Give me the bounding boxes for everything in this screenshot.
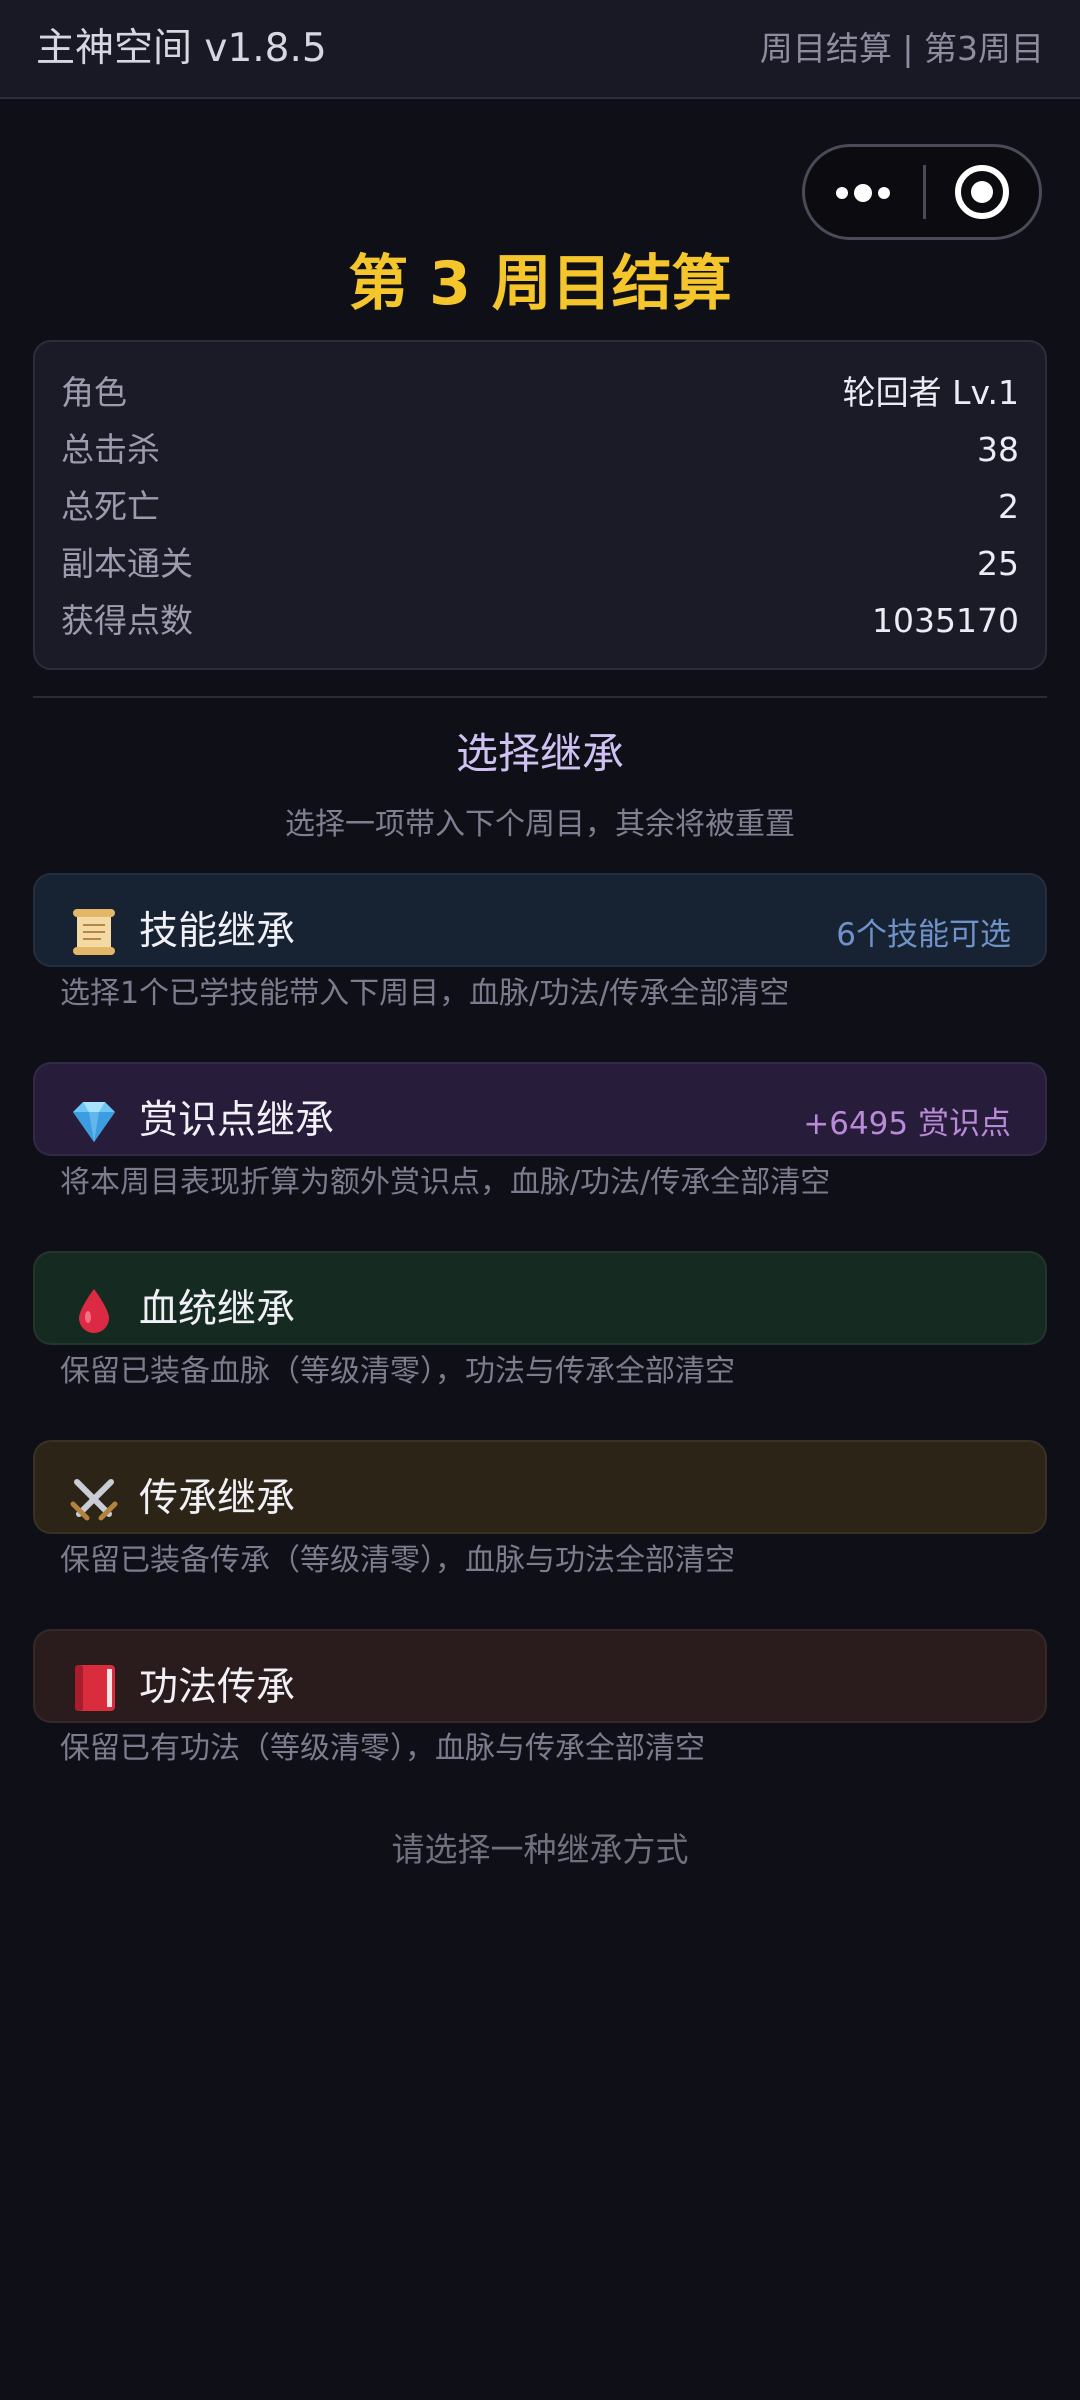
option-tag: +6495 赏识点: [803, 1106, 1011, 1142]
stat-row-clears: 副本通关 25: [61, 539, 1019, 589]
mini-program-capsule: [802, 144, 1042, 240]
red-book-icon: [75, 1665, 115, 1711]
option-card-appreciation[interactable]: 赏识点继承 +6495 赏识点: [33, 1062, 1047, 1156]
selection-prompt: 请选择一种继承方式: [391, 1830, 689, 1869]
option-description: 将本周目表现折算为额外赏识点，血脉/功法/传承全部清空: [60, 1165, 831, 1200]
section-title: 选择继承: [455, 729, 624, 778]
stat-label: 总击杀: [61, 430, 160, 469]
stat-label: 角色: [61, 373, 127, 412]
option-tag: 6个技能可选: [836, 917, 1011, 953]
option-name: 赏识点继承: [139, 1098, 335, 1143]
stat-value: 25: [977, 544, 1019, 583]
diamond-icon: [73, 1102, 115, 1142]
capsule-divider: [923, 165, 926, 219]
stat-label: 获得点数: [61, 601, 193, 640]
blood-drop-icon: [79, 1289, 109, 1333]
option-card-skill[interactable]: 技能继承 6个技能可选: [33, 873, 1047, 967]
stat-row-role: 角色 轮回者 Lv.1: [61, 368, 1019, 418]
stat-row-points: 获得点数 1035170: [61, 596, 1019, 646]
stat-label: 副本通关: [61, 544, 193, 583]
option-card-bloodline[interactable]: 血统继承: [33, 1251, 1047, 1345]
option-card-heritage[interactable]: 传承继承: [33, 1440, 1047, 1534]
page-subtitle: 周目结算 | 第3周目: [759, 29, 1044, 68]
stat-row-deaths: 总死亡 2: [61, 482, 1019, 532]
more-dots-icon[interactable]: [805, 147, 923, 237]
option-description: 保留已装备传承（等级清零），血脉与功法全部清空: [60, 1543, 735, 1578]
stat-label: 总死亡: [61, 487, 160, 526]
option-name: 传承继承: [139, 1476, 296, 1521]
stat-value: 2: [998, 487, 1019, 526]
option-description: 选择1个已学技能带入下周目，血脉/功法/传承全部清空: [60, 976, 790, 1011]
scroll-icon: [73, 909, 115, 955]
stat-value: 轮回者 Lv.1: [842, 373, 1019, 412]
crossed-swords-icon: [70, 1479, 118, 1521]
target-close-icon[interactable]: [955, 165, 1009, 219]
option-name: 血统继承: [139, 1287, 296, 1332]
option-card-technique[interactable]: 功法传承: [33, 1629, 1047, 1723]
stats-card: 角色 轮回者 Lv.1 总击杀 38 总死亡 2 副本通关 25 获得点数 10…: [33, 340, 1047, 670]
round-title: 第 3 周目结算: [348, 249, 732, 319]
stat-value: 38: [977, 430, 1019, 469]
option-description: 保留已有功法（等级清零），血脉与传承全部清空: [60, 1731, 705, 1766]
section-divider: [33, 696, 1047, 698]
option-name: 技能继承: [139, 909, 296, 954]
option-name: 功法传承: [139, 1665, 296, 1710]
stat-row-kills: 总击杀 38: [61, 425, 1019, 475]
stat-value: 1035170: [872, 601, 1019, 640]
app-title: 主神空间 v1.8.5: [36, 26, 327, 71]
section-subtitle: 选择一项带入下个周目，其余将被重置: [285, 807, 795, 842]
top-bar: 主神空间 v1.8.5 周目结算 | 第3周目: [0, 0, 1080, 99]
option-description: 保留已装备血脉（等级清零），功法与传承全部清空: [60, 1354, 735, 1389]
